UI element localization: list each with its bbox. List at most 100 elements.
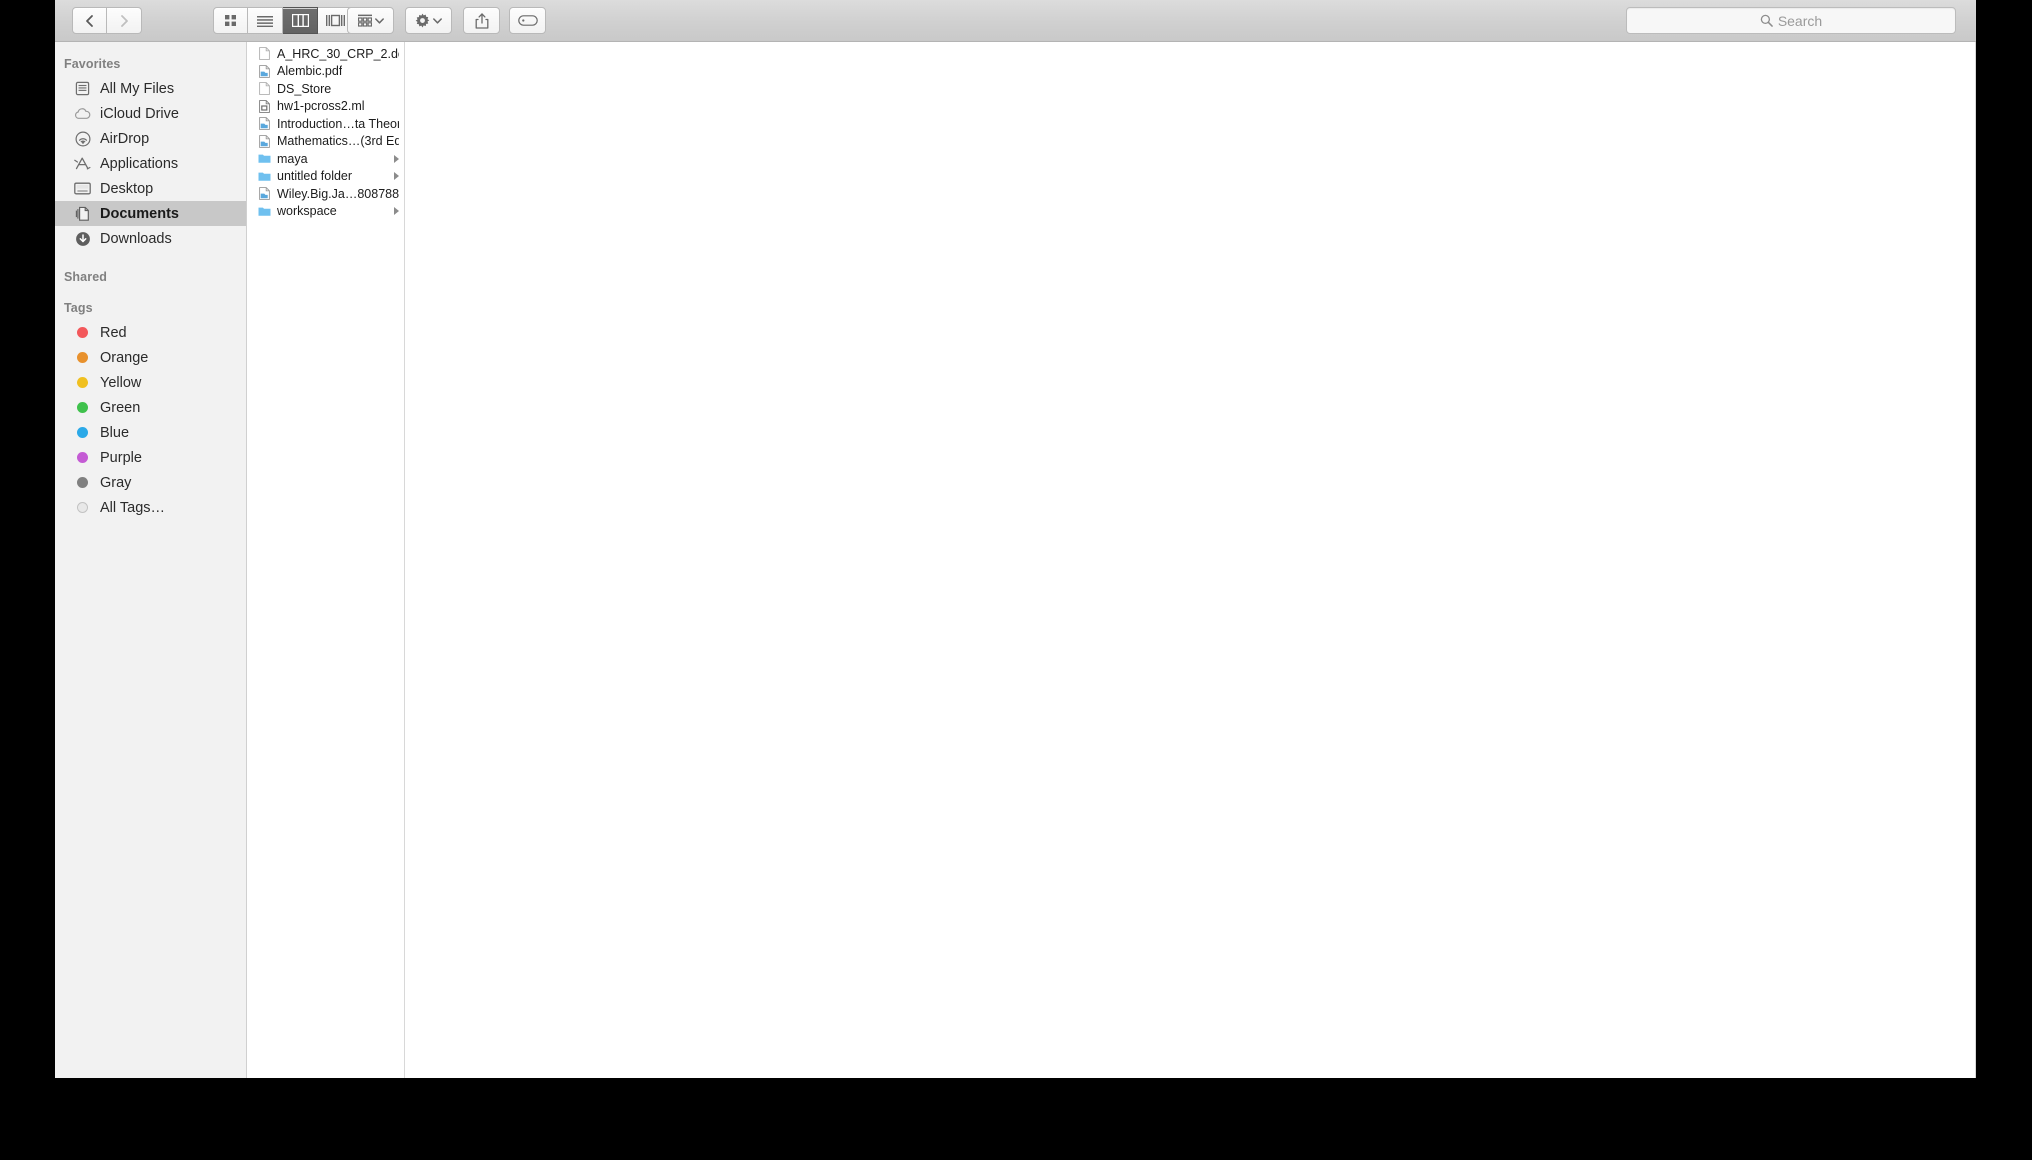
list-item[interactable]: A_HRC_30_CRP_2.docx [247, 45, 404, 63]
tag-dot-icon [74, 399, 91, 416]
sidebar-item-label: Yellow [100, 374, 142, 391]
list-item[interactable]: maya [247, 150, 404, 168]
gear-icon [415, 13, 430, 28]
arrange-button[interactable] [347, 7, 394, 34]
airdrop-icon [74, 130, 91, 147]
search-input[interactable]: Search [1626, 7, 1956, 34]
documents-icon [74, 205, 91, 222]
view-mode-list-button[interactable] [248, 7, 283, 34]
search-placeholder-text: Search [1777, 12, 1823, 29]
forward-button[interactable] [107, 7, 142, 34]
pdf-file-icon [258, 64, 271, 78]
sidebar-item-label: Blue [100, 424, 130, 441]
view-mode-column-button[interactable] [283, 7, 318, 34]
file-name: Alembic.pdf [277, 64, 343, 79]
sidebar-item-tag-green[interactable]: Green [55, 395, 246, 420]
sidebar-item-label: Applications [100, 155, 179, 172]
file-name: Introduction…ta Theory.pdf [277, 116, 399, 131]
file-name: hw1-pcross2.ml [277, 99, 365, 114]
grid-icon [225, 15, 236, 26]
tag-dot-hollow-icon [74, 499, 91, 516]
file-name: Mathematics…(3rd Ed).pdf [277, 134, 399, 149]
sidebar-item-desktop[interactable]: Desktop [55, 176, 246, 201]
file-name: DS_Store [277, 81, 332, 96]
cloud-icon [74, 105, 91, 122]
sidebar-item-label: Documents [100, 205, 179, 222]
file-name: workspace [277, 204, 337, 219]
list-item[interactable]: untitled folder [247, 168, 404, 186]
sidebar-section-header-tags: Tags [64, 301, 93, 315]
sidebar-item-label: Green [100, 399, 141, 416]
tag-button[interactable] [509, 7, 546, 34]
sidebar-item-tag-orange[interactable]: Orange [55, 345, 246, 370]
chevron-left-icon [86, 14, 93, 27]
sidebar-item-tag-yellow[interactable]: Yellow [55, 370, 246, 395]
navigation-buttons [72, 7, 142, 34]
finder-window: Search Favorites All My Files iCloud Dri… [55, 0, 1976, 1078]
sidebar-item-tag-blue[interactable]: Blue [55, 420, 246, 445]
action-menu-button[interactable] [405, 7, 452, 34]
desktop-icon [74, 180, 91, 197]
sidebar-item-label: All Tags… [100, 499, 166, 516]
sidebar-item-label: iCloud Drive [100, 105, 179, 122]
tag-dot-icon [74, 374, 91, 391]
back-button[interactable] [72, 7, 107, 34]
sidebar-item-label: Orange [100, 349, 149, 366]
list-item[interactable]: Introduction…ta Theory.pdf [247, 115, 404, 133]
sidebar-item-label: Desktop [100, 180, 154, 197]
view-mode-icon-button[interactable] [213, 7, 248, 34]
sidebar-item-downloads[interactable]: Downloads [55, 226, 246, 251]
tag-dot-icon [74, 474, 91, 491]
sidebar-item-label: Gray [100, 474, 132, 491]
list-item[interactable]: Mathematics…(3rd Ed).pdf [247, 133, 404, 151]
sidebar-item-tag-gray[interactable]: Gray [55, 470, 246, 495]
sidebar-item-label: All My Files [100, 80, 175, 97]
column-view: A_HRC_30_CRP_2.docx Alembic.pdf [247, 42, 1976, 1078]
list-item[interactable]: Wiley.Big.Ja…8087887.pdf [247, 185, 404, 203]
list-item[interactable]: hw1-pcross2.ml [247, 98, 404, 116]
folder-icon [258, 204, 271, 218]
sidebar-item-airdrop[interactable]: AirDrop [55, 126, 246, 151]
list-item[interactable]: DS_Store [247, 80, 404, 98]
toolbar: Search [55, 0, 1976, 42]
document-file-icon [258, 82, 271, 96]
sidebar-item-label: Purple [100, 449, 142, 466]
list-item[interactable]: Alembic.pdf [247, 63, 404, 81]
file-name: Wiley.Big.Ja…8087887.pdf [277, 186, 399, 201]
chevron-down-icon [374, 17, 384, 24]
sidebar-item-label: AirDrop [100, 130, 150, 147]
file-name: maya [277, 151, 308, 166]
search-icon [1760, 14, 1773, 27]
column-1-file-list: A_HRC_30_CRP_2.docx Alembic.pdf [247, 42, 405, 1078]
pdf-file-icon [258, 187, 271, 201]
chevron-down-icon [433, 17, 442, 24]
columns-icon [291, 14, 309, 27]
sidebar-item-tag-red[interactable]: Red [55, 320, 246, 345]
sidebar-item-documents[interactable]: Documents [55, 201, 246, 226]
tag-icon [517, 15, 538, 26]
tag-dot-icon [74, 449, 91, 466]
sidebar-item-all-tags[interactable]: All Tags… [55, 495, 246, 520]
file-name: untitled folder [277, 169, 353, 184]
pdf-file-icon [258, 117, 271, 131]
sidebar-item-tag-purple[interactable]: Purple [55, 445, 246, 470]
all-my-files-icon [74, 80, 91, 97]
column-2-preview-pane [405, 42, 1976, 1078]
sidebar-item-icloud-drive[interactable]: iCloud Drive [55, 101, 246, 126]
disclosure-chevron-icon[interactable] [394, 154, 399, 163]
generic-file-icon [258, 99, 271, 113]
folder-icon [258, 152, 271, 166]
disclosure-chevron-icon[interactable] [394, 172, 399, 181]
folder-icon [258, 169, 271, 183]
share-button[interactable] [463, 7, 500, 34]
sidebar-item-applications[interactable]: Applications [55, 151, 246, 176]
disclosure-chevron-icon[interactable] [394, 207, 399, 216]
sidebar-item-label: Downloads [100, 230, 172, 247]
window-body: Favorites All My Files iCloud Drive AirD… [55, 42, 1976, 1078]
sidebar-item-all-my-files[interactable]: All My Files [55, 76, 246, 101]
arrange-grid-icon [357, 14, 372, 27]
list-item[interactable]: workspace [247, 203, 404, 221]
pdf-file-icon [258, 134, 271, 148]
document-file-icon [258, 47, 271, 61]
sidebar-section-header-shared: Shared [64, 270, 107, 284]
